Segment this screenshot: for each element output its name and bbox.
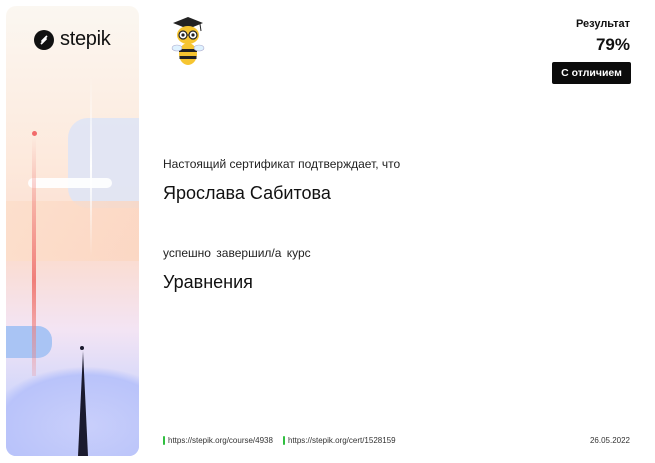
completion-text: успешно завершил/а курс <box>163 246 311 260</box>
course-link[interactable]: https://stepik.org/course/4938 <box>163 436 273 445</box>
decor-shape <box>6 366 139 456</box>
decor-shape <box>68 118 139 208</box>
decorative-sidebar: stepik <box>6 6 139 456</box>
decor-spike <box>78 351 88 456</box>
decor-shape <box>6 201 139 261</box>
stepik-logo: stepik <box>34 28 111 51</box>
green-bar-icon <box>163 436 165 445</box>
certificate-statement: Настоящий сертификат подтверждает, что <box>163 157 401 171</box>
result-value: 79% <box>595 35 630 54</box>
result-label: Результат <box>575 18 630 30</box>
decor-spike <box>32 136 36 376</box>
course-url[interactable]: https://stepik.org/course/4938 <box>168 436 273 445</box>
decor-shape <box>6 326 52 358</box>
bee-mascot-icon <box>171 17 205 65</box>
decor-dot <box>80 346 84 350</box>
issue-date: 26.05.2022 <box>589 436 630 445</box>
decor-dot <box>32 131 37 136</box>
cert-link[interactable]: https://stepik.org/cert/1528159 <box>282 436 396 445</box>
distinction-badge: С отличием <box>552 62 631 84</box>
brand-name: stepik <box>60 28 111 50</box>
result-block: Результат 79% <box>576 18 630 55</box>
decor-spike <box>90 76 92 256</box>
green-bar-icon <box>282 436 285 445</box>
stepik-logo-icon <box>34 29 54 50</box>
decor-pill <box>28 178 112 188</box>
cert-url[interactable]: https://stepik.org/cert/1528159 <box>288 436 396 445</box>
certificate-links: https://stepik.org/course/4938 https://s… <box>163 436 396 445</box>
course-title: Уравнения <box>163 272 253 292</box>
recipient-name: Ярослава Сабитова <box>163 183 331 203</box>
